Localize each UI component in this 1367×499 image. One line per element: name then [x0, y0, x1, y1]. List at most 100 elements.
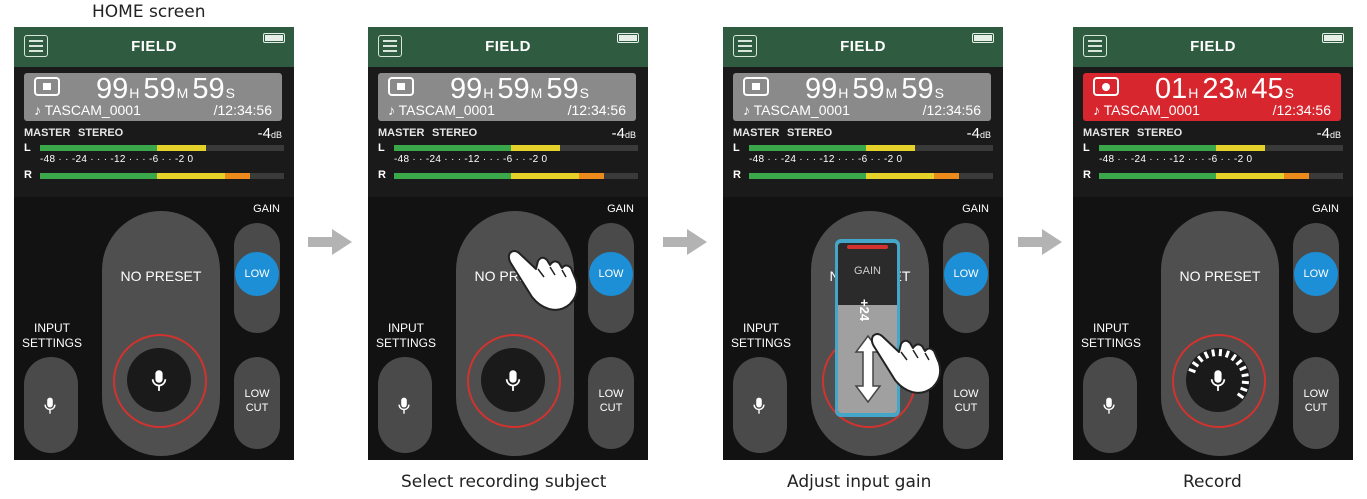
gain-popup-indicator [847, 245, 888, 249]
app-mode-title: FIELD [840, 38, 886, 55]
file-name: ♪ TASCAM_0001 [1093, 102, 1200, 118]
meter-yellow-segment [1216, 145, 1265, 151]
device-screen: FIELD 01H 23M 45S ♪ TASCAM_0001 /12:34:56 … [1073, 27, 1353, 460]
meter-scale: -48 · · -24 · · · -12 · · · -6 · · -2 0 [394, 154, 548, 165]
level-meter: L -48 · · -24 · · · -12 · · · -6 · · -2 … [368, 142, 638, 195]
caption-record: Record [1183, 472, 1242, 492]
mic-icon [1102, 396, 1116, 416]
gain-popup-title: GAIN [854, 265, 881, 277]
mic-icon [752, 396, 766, 416]
level-tick [1236, 392, 1245, 400]
mic-icon [43, 396, 57, 416]
channel-r-label: R [1083, 169, 1091, 181]
total-time: /12:34:56 [567, 102, 626, 118]
title-bar: FIELD [14, 27, 294, 67]
mic-icon [504, 368, 522, 394]
level-meter: L -48 · · -24 · · · -12 · · · -6 · · -2 … [723, 142, 993, 195]
meter-yellow-segment [157, 173, 226, 179]
battery-icon [1322, 33, 1344, 43]
level-tick [1196, 355, 1204, 363]
gain-low-button[interactable]: LOW [944, 252, 988, 296]
master-label: MASTER [733, 127, 780, 139]
input-settings-label: INPUT SETTINGS [730, 321, 791, 350]
level-tick [1239, 365, 1247, 372]
level-tick [1188, 367, 1196, 374]
meter-bar-r [1099, 173, 1343, 179]
channel-r-label: R [24, 169, 32, 181]
meter-green-segment [749, 145, 867, 151]
meter-green-segment [749, 173, 867, 179]
file-name: ♪ TASCAM_0001 [743, 102, 850, 118]
meter-yellow-segment [511, 173, 580, 179]
meter-green-segment [394, 173, 512, 179]
meter-orange-segment [1284, 173, 1309, 179]
app-mode-title: FIELD [485, 38, 531, 55]
level-meter: L -48 · · -24 · · · -12 · · · -6 · · -2 … [1073, 142, 1343, 195]
meter-yellow-segment [157, 145, 206, 151]
title-bar: FIELD [1073, 27, 1353, 67]
gain-label: GAIN [962, 203, 989, 215]
device-screen: FIELD 99H 59M 59S ♪ TASCAM_0001 /12:34:56 … [723, 27, 1003, 460]
stereo-label: STEREO [78, 127, 124, 139]
channel-l-label: L [733, 142, 740, 154]
gain-label: GAIN [1312, 203, 1339, 215]
transport-panel[interactable]: 01H 23M 45S ♪ TASCAM_0001 /12:34:56 [1083, 73, 1341, 121]
meter-orange-segment [225, 173, 250, 179]
stop-icon [388, 77, 414, 96]
channel-l-label: L [378, 142, 385, 154]
meter-bar-l [394, 145, 638, 151]
battery-icon [972, 33, 994, 43]
meter-scale: -48 · · -24 · · · -12 · · · -6 · · -2 0 [40, 154, 194, 165]
transport-panel[interactable]: 99H 59M 59S ♪ TASCAM_0001 /12:34:56 [378, 73, 636, 121]
gain-low-button[interactable]: LOW [235, 252, 279, 296]
channel-l-label: L [24, 142, 31, 154]
channel-l-label: L [1083, 142, 1090, 154]
input-controls: NO PRESET INPUT SETTINGS GAIN LOW LOW CU… [14, 197, 294, 460]
mic-icon [150, 368, 168, 394]
level-tick [1203, 351, 1210, 359]
master-level: -4dB [611, 125, 636, 142]
arrow-right-icon [308, 229, 352, 255]
low-cut-label: LOW CUT [598, 388, 624, 414]
meter-yellow-segment [866, 173, 935, 179]
meter-scale: -48 · · -24 · · · -12 · · · -6 · · -2 0 [749, 154, 903, 165]
battery-icon [617, 33, 639, 43]
master-level: -4dB [257, 125, 282, 142]
level-tick [1224, 350, 1231, 358]
channel-r-label: R [733, 169, 741, 181]
file-name: ♪ TASCAM_0001 [34, 102, 141, 118]
transport-panel[interactable]: 99H 59M 59S ♪ TASCAM_0001 /12:34:56 [24, 73, 282, 121]
meter-green-segment [40, 173, 158, 179]
level-tick [1235, 358, 1243, 366]
hand-pointer-icon [507, 250, 579, 311]
channel-r-label: R [378, 169, 386, 181]
gain-label: GAIN [253, 203, 280, 215]
meter-scale: -48 · · -24 · · · -12 · · · -6 · · -2 0 [1099, 154, 1253, 165]
master-label: MASTER [1083, 127, 1130, 139]
battery-icon [263, 33, 285, 43]
mic-icon [397, 396, 411, 416]
input-settings-label: INPUT SETTINGS [21, 321, 82, 350]
total-time: /12:34:56 [1272, 102, 1331, 118]
app-mode-title: FIELD [1190, 38, 1236, 55]
low-cut-label: LOW CUT [953, 388, 979, 414]
transport-panel[interactable]: 99H 59M 59S ♪ TASCAM_0001 /12:34:56 [733, 73, 991, 121]
recording-level-arc [1188, 348, 1250, 400]
total-time: /12:34:56 [213, 102, 272, 118]
input-settings-label: INPUT SETTINGS [1080, 321, 1141, 350]
level-tick [1241, 380, 1250, 385]
gain-low-button[interactable]: LOW [589, 252, 633, 296]
stop-icon [743, 77, 769, 96]
stereo-label: STEREO [1137, 127, 1183, 139]
device-screen: FIELD 99H 59M 59S ♪ TASCAM_0001 /12:34:56 … [14, 27, 294, 460]
record-icon [1093, 77, 1119, 96]
input-controls: NO PRESET INPUT SETTINGS GAIN LOW LOW CU… [368, 197, 648, 460]
arrow-right-icon [663, 229, 707, 255]
meter-green-segment [40, 145, 158, 151]
level-meter: L -48 · · -24 · · · -12 · · · -6 · · -2 … [14, 142, 284, 195]
gain-low-button[interactable]: LOW [1294, 252, 1338, 296]
meter-bar-l [1099, 145, 1343, 151]
meter-yellow-segment [866, 145, 915, 151]
meter-yellow-segment [511, 145, 560, 151]
caption-select-recording-subject: Select recording subject [401, 472, 607, 492]
